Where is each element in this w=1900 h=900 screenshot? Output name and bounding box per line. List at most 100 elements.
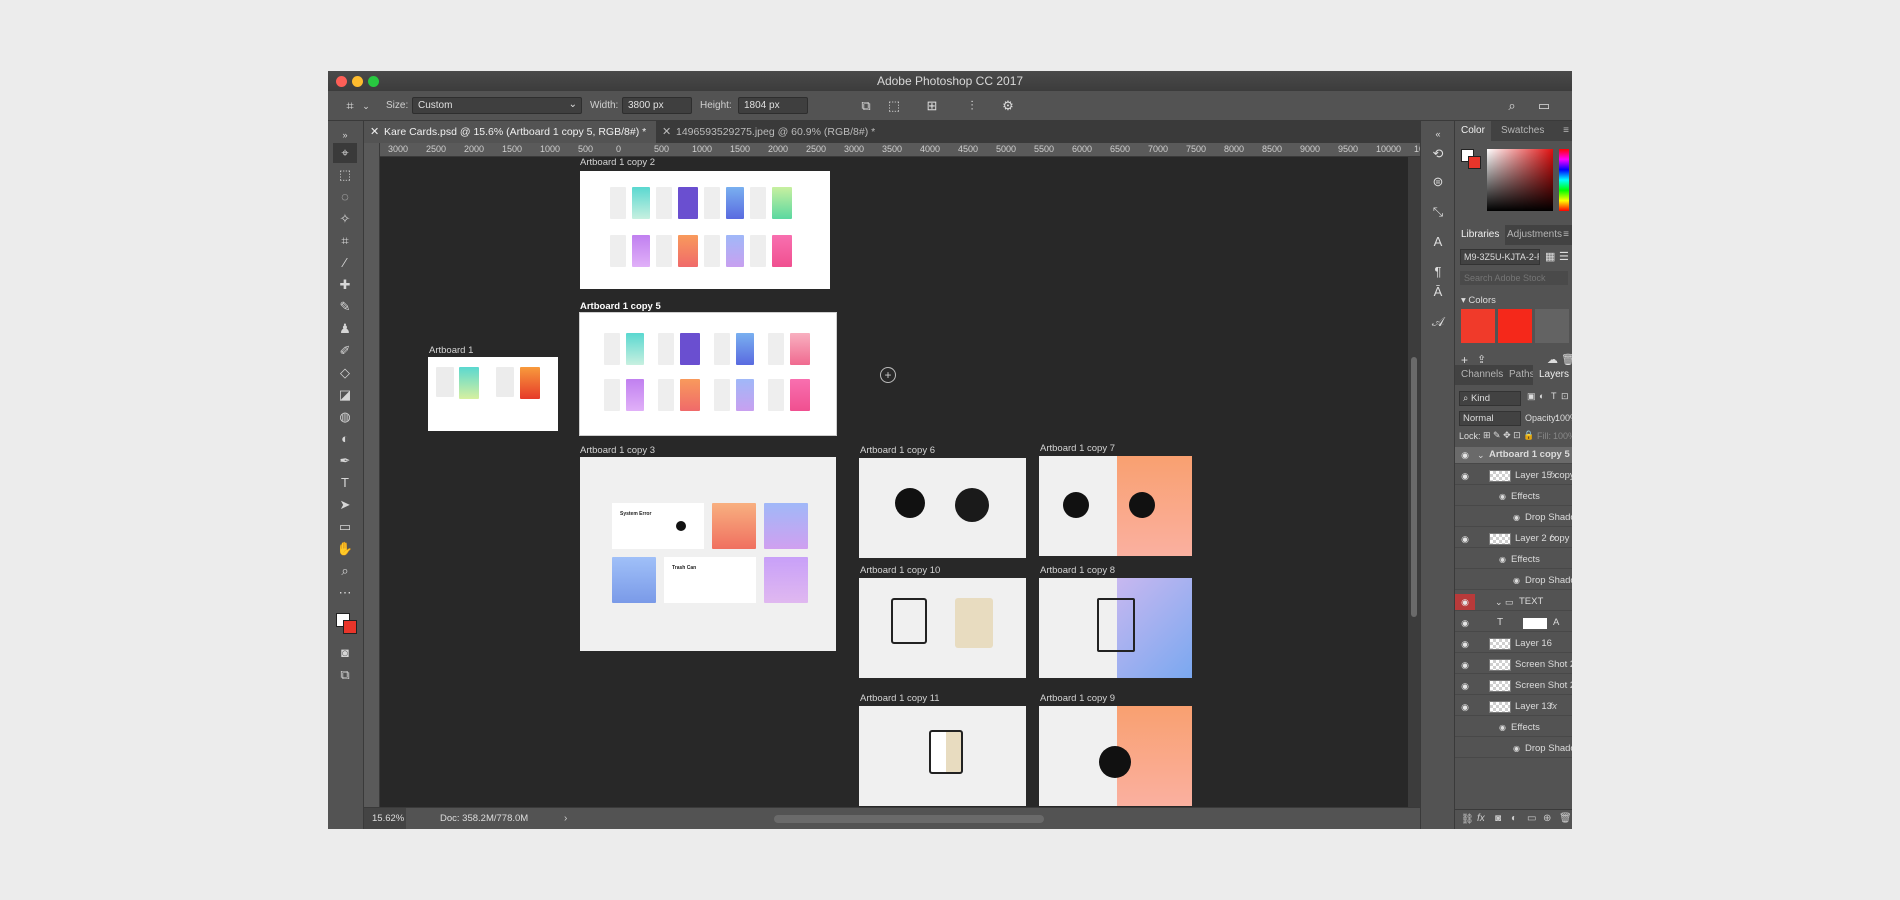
- tab-jpeg[interactable]: ✕ 1496593529275.jpeg @ 60.9% (RGB/8#) *: [656, 121, 886, 143]
- artboard-1-copy-9[interactable]: [1039, 706, 1192, 806]
- artboard-label[interactable]: Artboard 1 copy 7: [1040, 443, 1115, 454]
- new-layer-icon[interactable]: ⊕: [1543, 813, 1551, 824]
- character-styles-icon[interactable]: Ā: [1429, 283, 1447, 301]
- visibility-eye-icon[interactable]: ◉: [1455, 657, 1475, 673]
- lock-icons[interactable]: ⊞ ✎ ✥ ⊡ 🔒: [1483, 430, 1534, 441]
- fill-input[interactable]: 100%: [1553, 431, 1572, 441]
- character-icon[interactable]: A: [1429, 233, 1447, 251]
- zoom-tool-icon[interactable]: ⌕: [333, 561, 357, 581]
- new-adjustment-icon[interactable]: ◐: [1511, 813, 1517, 824]
- artboard-label[interactable]: Artboard 1 copy 8: [1040, 565, 1115, 576]
- library-color-swatch[interactable]: [1535, 309, 1569, 343]
- hand-tool-icon[interactable]: ✋: [333, 539, 357, 559]
- filter-type-icon[interactable]: T: [1551, 391, 1557, 401]
- effect-eye-icon[interactable]: ◉: [1513, 573, 1520, 589]
- tab-libraries[interactable]: Libraries: [1455, 225, 1506, 245]
- layer-row[interactable]: ◉ ⌄ Artboard 1 copy 5: [1455, 447, 1572, 464]
- settings-gear-icon[interactable]: ⚙: [1000, 98, 1016, 114]
- artboard-1-copy-6[interactable]: [859, 458, 1026, 558]
- artboard-1-copy-8[interactable]: [1039, 578, 1192, 678]
- expand-panel-icon[interactable]: »: [333, 125, 357, 145]
- link-layers-icon[interactable]: ⛓: [1461, 814, 1474, 825]
- vertical-ruler[interactable]: [364, 143, 380, 807]
- width-input[interactable]: 3800 px: [622, 97, 692, 114]
- layer-kind-filter[interactable]: ⌕ Kind: [1459, 391, 1521, 406]
- tab-channels[interactable]: Channels: [1455, 365, 1509, 385]
- pen-tool-icon[interactable]: ✒: [333, 451, 357, 471]
- fg-bg-color-indicator[interactable]: [1461, 149, 1485, 173]
- background-swatch[interactable]: [1468, 156, 1481, 169]
- effects-eye-icon[interactable]: ◉: [1499, 552, 1506, 568]
- layer-row[interactable]: ◉ Layer 15 copy fx: [1455, 468, 1572, 485]
- visibility-eye-icon[interactable]: ◉: [1455, 531, 1475, 547]
- effect-eye-icon[interactable]: ◉: [1513, 510, 1520, 526]
- layer-row[interactable]: ◉ Screen Shot 2017-11-1...: [1455, 657, 1572, 674]
- grid-view-icon[interactable]: ▦: [1545, 250, 1555, 263]
- artboard-1-copy-2[interactable]: [580, 171, 830, 289]
- foreground-background-colors[interactable]: [334, 609, 358, 635]
- add-mask-icon[interactable]: ◙: [1495, 813, 1501, 824]
- panel-menu-icon[interactable]: ≡: [1563, 125, 1569, 136]
- tab-kare-cards[interactable]: ✕ Kare Cards.psd @ 15.6% (Artboard 1 cop…: [364, 121, 656, 143]
- layer-row[interactable]: ◉ Effects: [1455, 489, 1572, 506]
- background-color-swatch[interactable]: [343, 620, 357, 634]
- colors-section-header[interactable]: ▾ Colors: [1461, 295, 1496, 306]
- close-tab-icon[interactable]: ✕: [662, 121, 671, 143]
- layer-row[interactable]: ◉ Screen Shot 2017-11-1...: [1455, 678, 1572, 695]
- tab-adjustments[interactable]: Adjustments: [1501, 225, 1568, 245]
- quick-mask-icon[interactable]: ◙: [333, 643, 357, 663]
- more-tools-icon[interactable]: ⋯: [333, 583, 357, 603]
- visibility-eye-icon[interactable]: ◉: [1455, 468, 1475, 484]
- opacity-input[interactable]: 100%: [1555, 413, 1572, 423]
- library-color-swatch[interactable]: [1461, 309, 1495, 343]
- height-input[interactable]: 1804 px: [738, 97, 808, 114]
- artboard-label[interactable]: Artboard 1 copy 11: [860, 693, 940, 704]
- artboard-label[interactable]: Artboard 1 copy 10: [860, 565, 940, 576]
- horizontal-scroll-thumb[interactable]: [774, 815, 1044, 823]
- filter-pixel-icon[interactable]: ▣: [1527, 391, 1536, 402]
- visibility-eye-icon[interactable]: ◉: [1455, 615, 1475, 631]
- artboard-label[interactable]: Artboard 1 copy 2: [580, 157, 655, 168]
- effects-eye-icon[interactable]: ◉: [1499, 720, 1506, 736]
- artboard-1-copy-10[interactable]: [859, 578, 1026, 678]
- eyedropper-tool-icon[interactable]: ⁄: [333, 253, 357, 273]
- artboard-label[interactable]: Artboard 1: [429, 345, 473, 356]
- layer-row[interactable]: ◉ T A: [1455, 615, 1572, 632]
- dodge-tool-icon[interactable]: ◐: [333, 429, 357, 449]
- tab-layers[interactable]: Layers: [1533, 365, 1572, 385]
- blur-tool-icon[interactable]: ◍: [333, 407, 357, 427]
- delete-layer-icon[interactable]: 🗑: [1559, 813, 1572, 824]
- transform-icon[interactable]: ⤡: [1429, 203, 1447, 221]
- artboard-tool-icon[interactable]: ⌗: [342, 98, 358, 114]
- filter-shape-icon[interactable]: ⊡: [1561, 391, 1569, 402]
- layer-row[interactable]: ◉ Layer 16: [1455, 636, 1572, 653]
- magic-wand-tool-icon[interactable]: ✧: [333, 209, 357, 229]
- effect-eye-icon[interactable]: ◉: [1513, 741, 1520, 757]
- marquee-tool-icon[interactable]: ⬚: [333, 165, 357, 185]
- vertical-scrollbar[interactable]: [1408, 157, 1420, 807]
- properties-icon[interactable]: ⊜: [1429, 173, 1447, 191]
- new-group-icon[interactable]: ▭: [1527, 813, 1536, 824]
- visibility-eye-icon[interactable]: ◉: [1455, 447, 1475, 463]
- layer-fx-badge[interactable]: fx: [1550, 468, 1557, 484]
- layer-row[interactable]: ◉ Effects: [1455, 552, 1572, 569]
- visibility-eye-icon[interactable]: ◉: [1455, 699, 1475, 715]
- size-select[interactable]: Custom ⌄: [412, 97, 582, 114]
- horizontal-ruler[interactable]: 3000 2500 2000 1500 1000 500 0 500 1000 1500 2000 2…: [380, 143, 1420, 157]
- artboard-label[interactable]: Artboard 1 copy 3: [580, 445, 655, 456]
- library-select[interactable]: M9-3Z5U-KJTA-2-Recov...: [1460, 249, 1540, 265]
- scroll-thumb[interactable]: [1411, 357, 1417, 617]
- artboard-1[interactable]: [428, 357, 558, 431]
- eraser-tool-icon[interactable]: ◇: [333, 363, 357, 383]
- layer-row[interactable]: ◉ Drop Shadow: [1455, 573, 1572, 590]
- add-style-icon[interactable]: fx: [1477, 813, 1485, 824]
- search-icon[interactable]: ⌕: [1504, 98, 1520, 114]
- close-window-button[interactable]: [336, 76, 347, 87]
- make-portrait-icon[interactable]: ⧉: [858, 98, 874, 114]
- history-icon[interactable]: ⟲: [1429, 145, 1447, 163]
- brush-tool-icon[interactable]: ✎: [333, 297, 357, 317]
- panel-menu-icon[interactable]: ≡: [1563, 229, 1569, 240]
- crop-tool-icon[interactable]: ⌗: [333, 231, 357, 251]
- filter-adjustment-icon[interactable]: ◐: [1539, 391, 1544, 401]
- stamp-tool-icon[interactable]: ♟: [333, 319, 357, 339]
